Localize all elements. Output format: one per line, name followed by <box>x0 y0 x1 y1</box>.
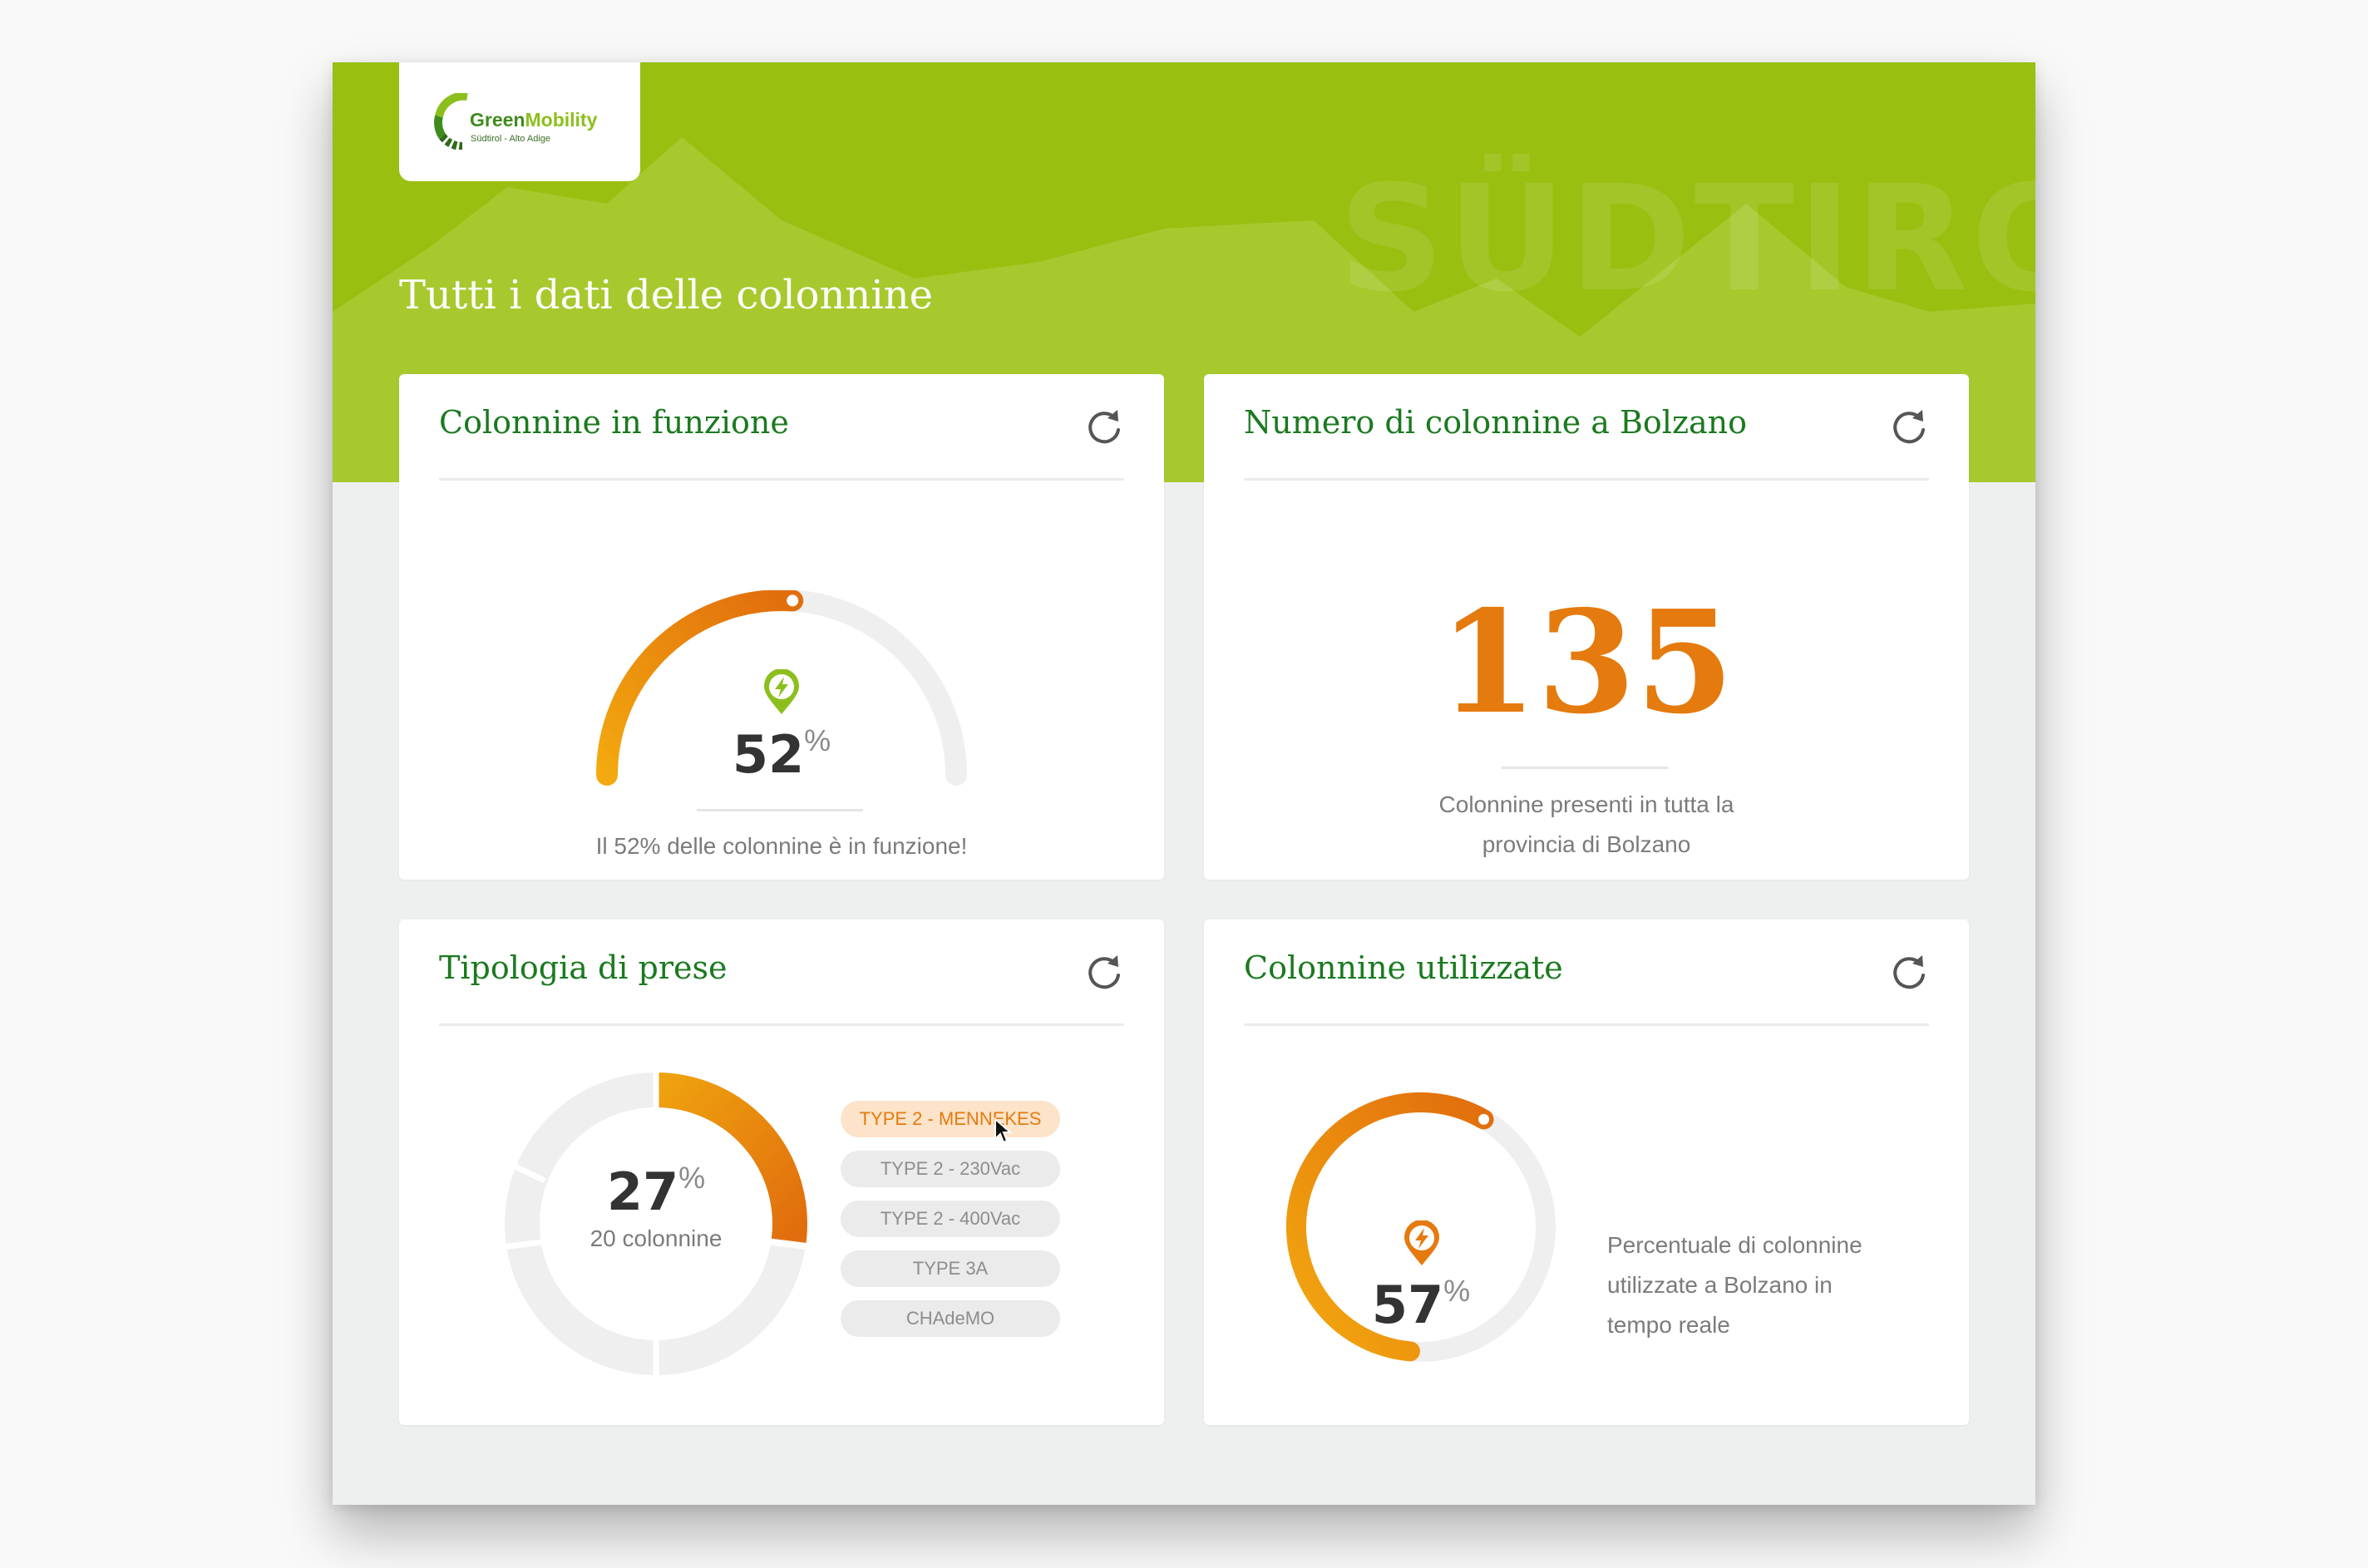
gauge-value: 52% <box>732 723 831 785</box>
page-title: Tutti i dati delle colonnine <box>399 272 933 318</box>
socket-type-chademo[interactable]: CHAdeMO <box>841 1300 1060 1337</box>
count-caption-line2: provincia di Bolzano <box>1482 831 1691 857</box>
logo[interactable]: GreenMobility Südtirol - Alto Adige <box>399 62 640 181</box>
card-divider <box>1244 478 1929 481</box>
card-divider <box>439 1023 1124 1026</box>
card-working-stations: Colonnine in funzione 52% Il 52% delle c… <box>399 374 1164 880</box>
donut-value: 27% <box>606 1161 706 1222</box>
card-title: Colonnine in funzione <box>439 404 789 441</box>
card-used-stations: Colonnine utilizzate 57% Percentuale di … <box>1204 920 1969 1425</box>
logo-subtitle: Südtirol - Alto Adige <box>471 134 551 144</box>
usage-description-line2: utilizzate a Bolzano in <box>1607 1272 1833 1298</box>
usage-description-line1: Percentuale di colonnine <box>1607 1232 1862 1258</box>
donut-subcaption: 20 colonnine <box>590 1225 723 1251</box>
greenmobility-logo-icon <box>434 93 468 150</box>
region-watermark: SÜDTIROL <box>1339 154 2035 324</box>
socket-donut-chart <box>501 1069 811 1378</box>
refresh-icon[interactable] <box>1890 952 1928 990</box>
station-count-value: 135 <box>1438 579 1734 746</box>
card-station-count: Numero di colonnine a Bolzano 135 Colonn… <box>1204 374 1969 880</box>
card-divider <box>1244 1023 1929 1026</box>
dashboard-window: SÜDTIROL GreenMobility Südtirol - Alto A… <box>333 62 2035 1505</box>
card-title: Numero di colonnine a Bolzano <box>1244 404 1747 441</box>
usage-description-line3: tempo reale <box>1607 1312 1730 1338</box>
card-title: Tipologia di prese <box>439 949 728 986</box>
socket-type-mennekes[interactable]: TYPE 2 - MENNEKES <box>841 1101 1060 1137</box>
ring-value: 57% <box>1371 1274 1471 1335</box>
card-socket-types: Tipologia di prese 27% 20 colonnine TYPE… <box>399 920 1164 1425</box>
ring-knob <box>1478 1113 1489 1125</box>
value-underline <box>1502 767 1668 769</box>
socket-type-3a[interactable]: TYPE 3A <box>841 1250 1060 1287</box>
refresh-icon[interactable] <box>1085 407 1123 445</box>
count-caption-line1: Colonnine presenti in tutta la <box>1438 791 1734 817</box>
card-divider <box>439 478 1124 481</box>
refresh-icon[interactable] <box>1890 407 1928 445</box>
gauge-knob <box>787 594 799 607</box>
refresh-icon[interactable] <box>1085 952 1123 990</box>
socket-type-400vac[interactable]: TYPE 2 - 400Vac <box>841 1201 1060 1237</box>
value-underline <box>697 809 863 811</box>
donut-segment-gaps <box>501 1069 811 1378</box>
socket-type-230vac[interactable]: TYPE 2 - 230Vac <box>841 1151 1060 1187</box>
gauge-caption: Il 52% delle colonnine è in funzione! <box>595 833 968 859</box>
charging-pin-icon <box>1404 1220 1439 1265</box>
charging-pin-icon <box>764 669 799 714</box>
mouse-cursor-icon <box>994 1117 1012 1144</box>
logo-wordmark: GreenMobility <box>470 109 598 131</box>
card-title: Colonnine utilizzate <box>1244 949 1563 986</box>
